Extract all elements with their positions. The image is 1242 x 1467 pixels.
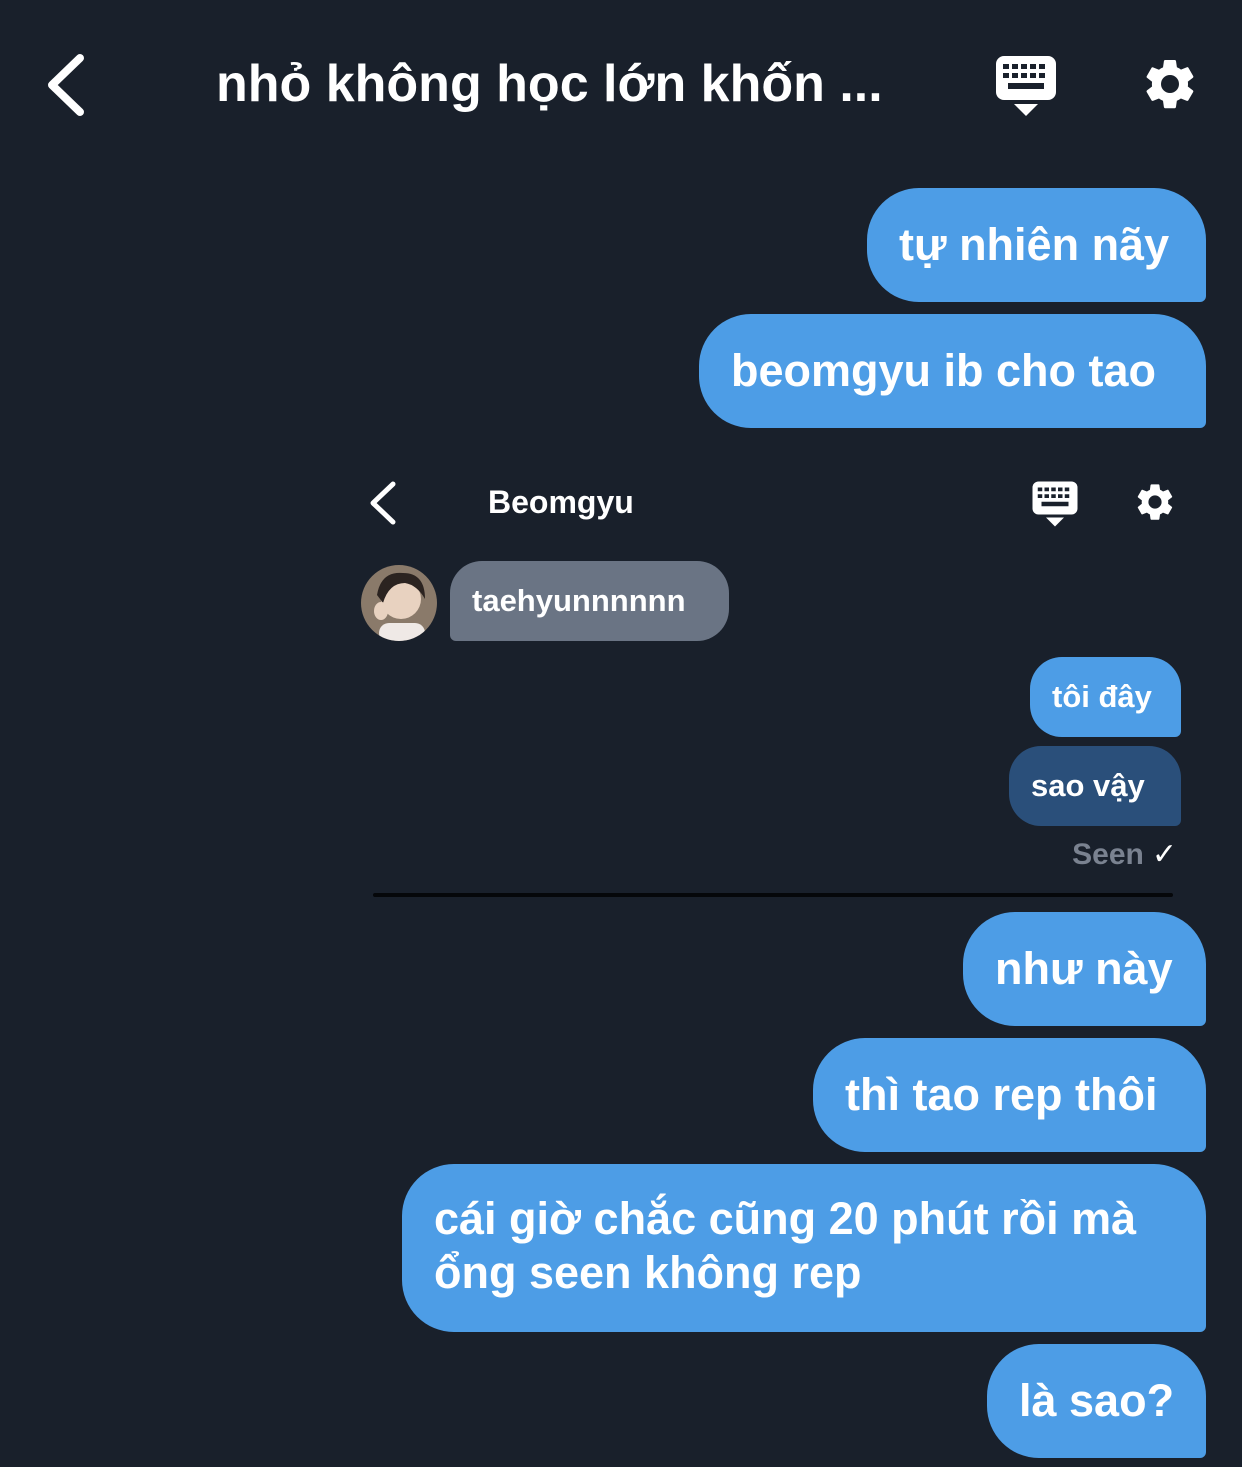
avatar [361,565,437,641]
chat-title: nhỏ không học lớn khốn ... [216,55,883,113]
keyboard-icon [1032,481,1078,527]
message-bubble[interactable]: là sao? [987,1344,1206,1458]
chat-screen: nhỏ không học lớn khốn ... tự nhiên nãy … [0,0,1242,1467]
embedded-settings-button [1133,480,1177,524]
message-bubble[interactable]: thì tao rep thôi [813,1038,1206,1152]
seen-status: Seen ✓ [1072,836,1177,874]
embedded-chat-screenshot[interactable]: Beomgyu taehyunnnnnn tôi đây sao vậy See… [355,460,1195,905]
back-button[interactable] [40,50,96,120]
avatar-photo [361,565,437,641]
gear-icon [1146,59,1194,109]
embedded-keyboard-button [1031,480,1079,528]
settings-button[interactable] [1140,54,1200,114]
embedded-chat-name: Beomgyu [488,484,634,520]
keyboard-icon [996,56,1056,116]
divider [373,893,1173,897]
sent-message: tôi đây [1030,657,1181,737]
keyboard-button[interactable] [994,54,1058,118]
received-message: taehyunnnnnn [450,561,729,641]
message-bubble[interactable]: cái giờ chắc cũng 20 phút rồi mà ổng see… [402,1164,1206,1332]
sent-message: sao vậy [1009,746,1181,826]
message-bubble[interactable]: như này [963,912,1206,1026]
check-icon: ✓ [1151,838,1177,871]
chevron-left-icon [48,54,84,116]
message-bubble[interactable]: tự nhiên nãy [867,188,1206,302]
embedded-back-button [365,480,401,526]
message-bubble[interactable]: beomgyu ib cho tao [699,314,1206,428]
gear-icon [1137,484,1173,520]
seen-label: Seen [1072,838,1144,871]
chevron-left-icon [370,481,396,525]
